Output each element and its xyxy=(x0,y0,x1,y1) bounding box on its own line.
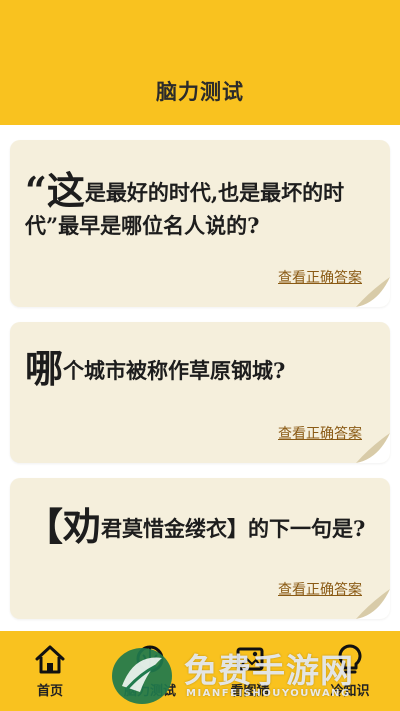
question-lead-char: 【劝 xyxy=(25,504,102,549)
view-answer-link[interactable]: 查看正确答案 xyxy=(278,423,362,443)
tab-home[interactable]: 首页 xyxy=(0,631,100,711)
page-curl-icon xyxy=(356,277,390,307)
bottom-tab-bar: 首页 脑力测试 看图猜 冷知识 xyxy=(0,631,400,711)
brain-icon xyxy=(136,645,164,673)
tab-brain-test[interactable]: 脑力测试 xyxy=(100,631,200,711)
tab-trivia[interactable]: 冷知识 xyxy=(300,631,400,711)
question-list: “这是最好的时代,也是最坏的时代”最早是哪位名人说的? 查看正确答案 哪个城市被… xyxy=(0,125,400,631)
tab-label: 冷知识 xyxy=(330,684,370,699)
question-text: 【劝君莫惜金缕衣】的下一句是? xyxy=(25,508,372,546)
question-rest: 个城市被称作草原钢城? xyxy=(63,358,286,383)
view-answer-link[interactable]: 查看正确答案 xyxy=(278,579,362,599)
question-card[interactable]: “这是最好的时代,也是最坏的时代”最早是哪位名人说的? 查看正确答案 xyxy=(10,140,390,307)
page-curl-icon xyxy=(356,433,390,463)
page-title: 脑力测试 xyxy=(156,80,244,104)
home-icon xyxy=(35,645,65,674)
view-answer-link[interactable]: 查看正确答案 xyxy=(278,267,362,287)
question-text: “这是最好的时代,也是最坏的时代”最早是哪位名人说的? xyxy=(25,172,372,242)
tab-label: 看图猜 xyxy=(230,684,270,699)
lightbulb-icon xyxy=(338,644,362,674)
tab-picture-guess[interactable]: 看图猜 xyxy=(200,631,300,711)
app-header: 脑力测试 xyxy=(0,0,400,125)
picture-icon xyxy=(236,647,264,671)
page-curl-icon xyxy=(356,589,390,619)
question-rest: 君莫惜金缕衣】的下一句是? xyxy=(101,516,366,541)
question-lead-char: 哪 xyxy=(25,346,64,391)
question-card[interactable]: 【劝君莫惜金缕衣】的下一句是? 查看正确答案 xyxy=(10,478,390,619)
tab-label: 脑力测试 xyxy=(123,684,176,699)
question-text: 哪个城市被称作草原钢城? xyxy=(25,350,372,388)
question-lead-char: “这 xyxy=(25,168,85,213)
question-card[interactable]: 哪个城市被称作草原钢城? 查看正确答案 xyxy=(10,322,390,463)
tab-label: 首页 xyxy=(36,684,63,699)
